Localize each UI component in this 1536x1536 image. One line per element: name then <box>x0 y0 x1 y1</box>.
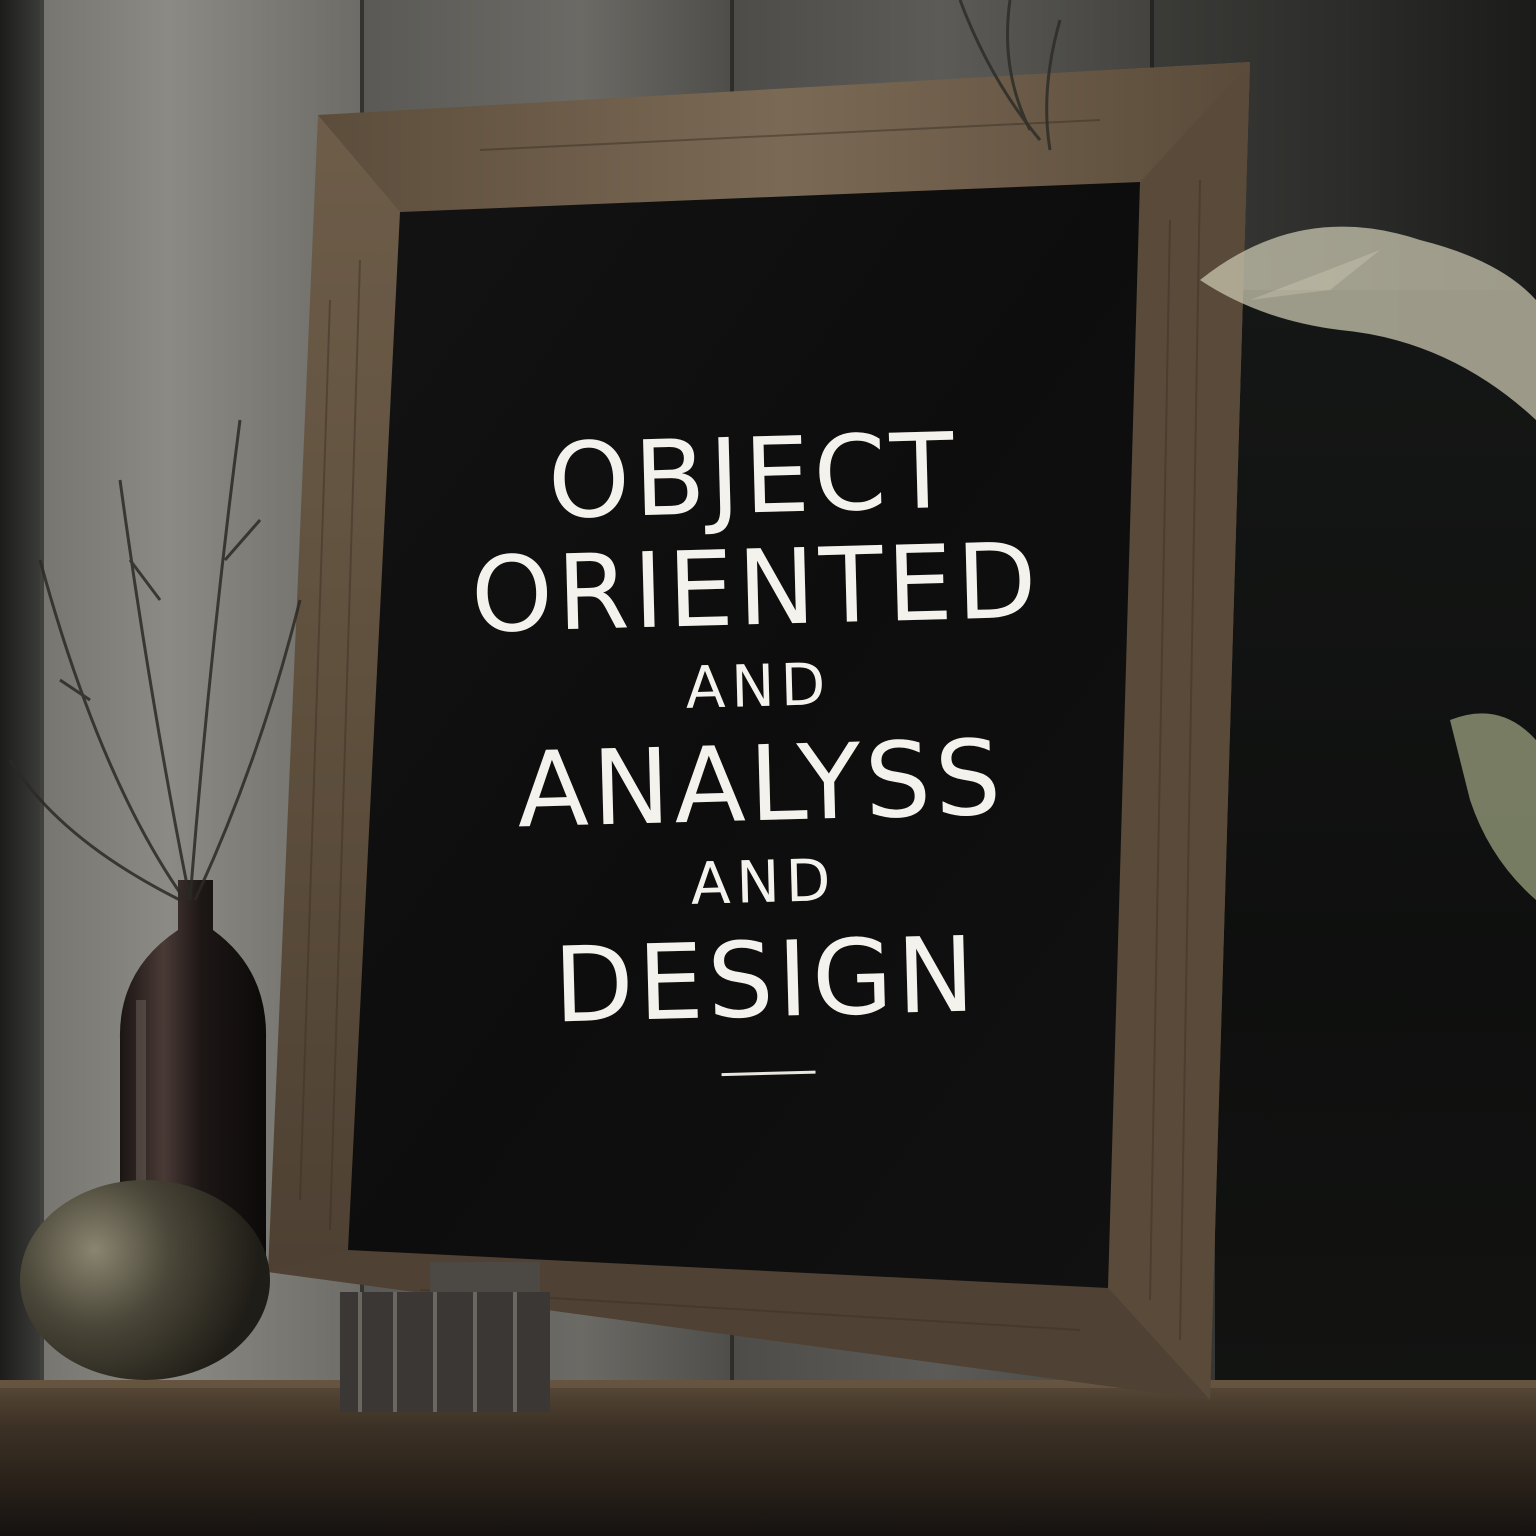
poster-title: OBJECT ORIENTED AND ANALYSS AND DESIGN <box>412 410 1109 1084</box>
metal-ornament <box>20 1180 270 1380</box>
poster-line-oriented: ORIENTED <box>469 519 1043 657</box>
poster-line-analyss: ANALYSS <box>515 716 1007 852</box>
small-wooden-crate <box>340 1262 550 1412</box>
poster-line-design: DESIGN <box>552 913 981 1047</box>
photo-scene: OBJECT ORIENTED AND ANALYSS AND DESIGN <box>0 0 1536 1536</box>
